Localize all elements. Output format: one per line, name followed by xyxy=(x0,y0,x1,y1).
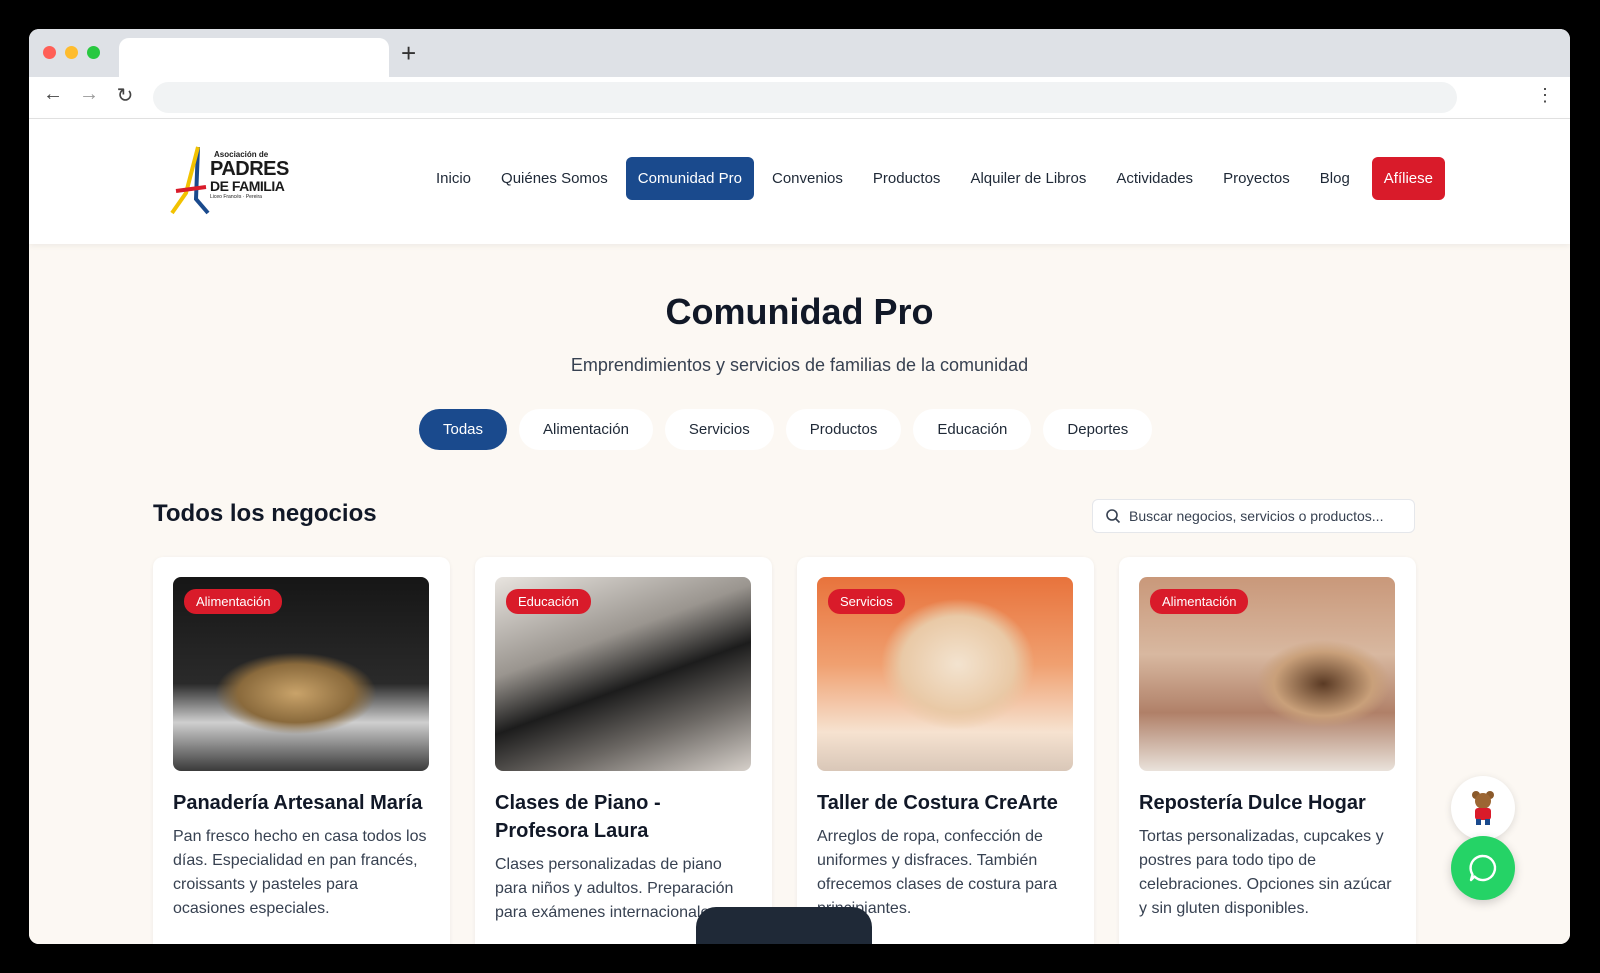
back-icon[interactable]: ← xyxy=(40,83,66,106)
business-card[interactable]: Alimentación Panadería Artesanal María P… xyxy=(153,557,450,944)
whatsapp-button[interactable] xyxy=(1451,836,1515,900)
business-card[interactable]: Educación Clases de Piano - Profesora La… xyxy=(475,557,772,944)
browser-toolbar: ← → ↻ ⋮ xyxy=(29,77,1570,119)
afiliese-button[interactable]: Afíliese xyxy=(1371,157,1445,200)
nav-productos[interactable]: Productos xyxy=(861,157,953,200)
nav-proyectos[interactable]: Proyectos xyxy=(1211,157,1302,200)
nav-comunidad-pro[interactable]: Comunidad Pro xyxy=(625,157,754,200)
nav-convenios[interactable]: Convenios xyxy=(760,157,855,200)
search-input[interactable] xyxy=(1129,508,1409,524)
business-cards: Alimentación Panadería Artesanal María P… xyxy=(153,557,1416,944)
maximize-window-button[interactable] xyxy=(87,46,100,59)
nav-inicio[interactable]: Inicio xyxy=(424,157,483,200)
logo-line-4: Liceo Francés · Pereira xyxy=(210,194,262,200)
logo-line-3: DE FAMILIA xyxy=(210,178,285,194)
filter-deportes[interactable]: Deportes xyxy=(1043,409,1153,450)
logo-wordmark: Asociación de PADRES DE FAMILIA Liceo Fr… xyxy=(210,151,289,200)
search-box[interactable] xyxy=(1092,499,1415,533)
browser-tab[interactable] xyxy=(119,38,389,77)
sewing-machine-photo: Servicios xyxy=(817,577,1073,771)
chat-bubble-icon xyxy=(1469,854,1497,882)
reload-icon[interactable]: ↻ xyxy=(112,83,138,108)
page-title: Comunidad Pro xyxy=(665,291,934,332)
window-controls xyxy=(43,46,100,59)
card-description: Pan fresco hecho en casa todos los días.… xyxy=(173,828,427,917)
eiffel-logo-icon xyxy=(170,146,210,215)
nav-blog[interactable]: Blog xyxy=(1308,157,1362,200)
forward-icon[interactable]: → xyxy=(76,83,102,106)
business-card[interactable]: Servicios Taller de Costura CreArte Arre… xyxy=(797,557,1094,944)
bread-photo: Alimentación xyxy=(173,577,429,771)
section-title: Todos los negocios xyxy=(153,500,377,527)
cookies-photo: Alimentación xyxy=(1139,577,1395,771)
category-badge: Servicios xyxy=(828,589,905,614)
category-badge: Educación xyxy=(506,589,591,614)
browser-menu-icon[interactable]: ⋮ xyxy=(1536,85,1554,106)
search-icon xyxy=(1106,509,1121,524)
filter-todas[interactable]: Todas xyxy=(419,409,508,450)
business-card[interactable]: Alimentación Repostería Dulce Hogar Tort… xyxy=(1119,557,1416,944)
floating-toolbar[interactable] xyxy=(696,907,872,944)
main-nav: Inicio Quiénes Somos Comunidad Pro Conve… xyxy=(424,157,1445,200)
browser-tabbar: + xyxy=(29,29,1570,77)
card-title[interactable]: Repostería Dulce Hogar xyxy=(1139,789,1396,817)
page-content: Comunidad Pro Emprendimientos y servicio… xyxy=(29,243,1570,944)
card-title[interactable]: Taller de Costura CreArte xyxy=(817,789,1074,817)
filter-alimentacion[interactable]: Alimentación xyxy=(519,409,653,450)
logo-line-2: PADRES xyxy=(210,158,289,180)
new-tab-button[interactable]: + xyxy=(401,40,416,66)
card-title[interactable]: Panadería Artesanal María xyxy=(173,789,430,817)
nav-alquiler-libros[interactable]: Alquiler de Libros xyxy=(958,157,1098,200)
filter-servicios[interactable]: Servicios xyxy=(664,409,774,450)
piano-photo: Educación xyxy=(495,577,751,771)
browser-window: + ← → ↻ ⋮ Asociación de PADRES DE FAMILI… xyxy=(29,29,1570,944)
filter-productos[interactable]: Productos xyxy=(785,409,902,450)
card-description: Tortas personalizadas, cupcakes y postre… xyxy=(1139,828,1392,917)
filter-educacion[interactable]: Educación xyxy=(913,409,1032,450)
category-badge: Alimentación xyxy=(1150,589,1249,614)
address-bar[interactable] xyxy=(153,82,1457,113)
card-title[interactable]: Clases de Piano - Profesora Laura xyxy=(495,789,752,845)
site-header: Asociación de PADRES DE FAMILIA Liceo Fr… xyxy=(29,119,1570,244)
assistant-avatar-button[interactable] xyxy=(1451,776,1515,840)
page-subtitle: Emprendimientos y servicios de familias … xyxy=(570,355,1029,375)
minimize-window-button[interactable] xyxy=(65,46,78,59)
nav-actividades[interactable]: Actividades xyxy=(1104,157,1205,200)
category-filters: Todas Alimentación Servicios Productos E… xyxy=(419,409,1153,450)
site-logo[interactable]: Asociación de PADRES DE FAMILIA Liceo Fr… xyxy=(168,141,289,217)
bear-mascot-icon xyxy=(1472,791,1494,825)
close-window-button[interactable] xyxy=(43,46,56,59)
nav-quienes-somos[interactable]: Quiénes Somos xyxy=(489,157,620,200)
category-badge: Alimentación xyxy=(184,589,283,614)
